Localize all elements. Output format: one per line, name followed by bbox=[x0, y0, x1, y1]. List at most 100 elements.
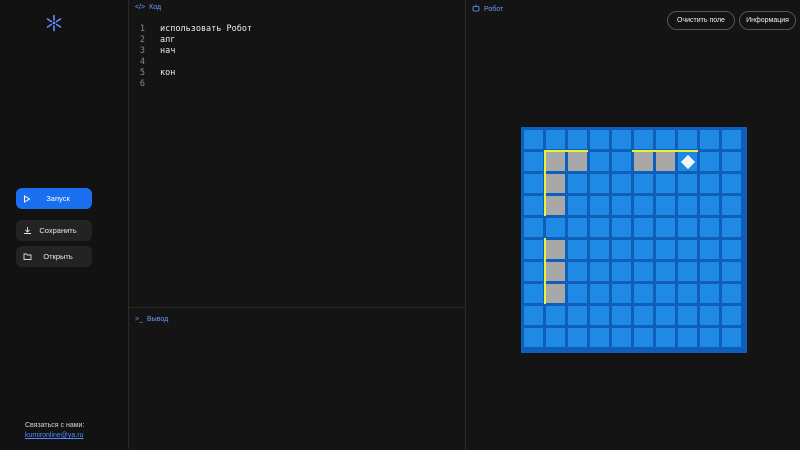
field-cell[interactable] bbox=[722, 284, 741, 303]
field-cell[interactable] bbox=[656, 174, 675, 193]
field-cell[interactable] bbox=[722, 196, 741, 215]
field-cell[interactable] bbox=[700, 328, 719, 347]
field-cell[interactable] bbox=[590, 196, 609, 215]
field-cell[interactable] bbox=[678, 284, 697, 303]
field-cell[interactable] bbox=[722, 174, 741, 193]
field-cell[interactable] bbox=[590, 152, 609, 171]
field-cell[interactable] bbox=[678, 240, 697, 259]
field-cell[interactable] bbox=[590, 130, 609, 149]
field-cell[interactable] bbox=[678, 306, 697, 325]
field-cell[interactable] bbox=[656, 306, 675, 325]
field-cell[interactable] bbox=[722, 152, 741, 171]
field-cell[interactable] bbox=[568, 240, 587, 259]
field-cell[interactable] bbox=[656, 284, 675, 303]
field-cell[interactable] bbox=[634, 196, 653, 215]
run-button[interactable]: Запуск bbox=[16, 188, 92, 209]
field-cell[interactable] bbox=[568, 306, 587, 325]
field-cell[interactable] bbox=[568, 218, 587, 237]
field-cell[interactable] bbox=[612, 196, 631, 215]
field-cell[interactable] bbox=[524, 152, 543, 171]
field-cell[interactable] bbox=[568, 174, 587, 193]
field-cell[interactable] bbox=[546, 218, 565, 237]
field-cell[interactable] bbox=[722, 328, 741, 347]
field-cell[interactable] bbox=[700, 306, 719, 325]
field-cell[interactable] bbox=[568, 328, 587, 347]
painted-cell[interactable] bbox=[568, 152, 587, 171]
painted-cell[interactable] bbox=[634, 152, 653, 171]
field-cell[interactable] bbox=[634, 130, 653, 149]
field-cell[interactable] bbox=[634, 218, 653, 237]
field-cell[interactable] bbox=[612, 262, 631, 281]
field-cell[interactable] bbox=[568, 284, 587, 303]
field-cell[interactable] bbox=[700, 240, 719, 259]
field-cell[interactable] bbox=[524, 196, 543, 215]
field-cell[interactable] bbox=[634, 328, 653, 347]
field-cell[interactable] bbox=[524, 218, 543, 237]
field-cell[interactable] bbox=[612, 218, 631, 237]
field-cell[interactable] bbox=[700, 174, 719, 193]
field-cell[interactable] bbox=[656, 240, 675, 259]
field-cell[interactable] bbox=[634, 174, 653, 193]
field-cell[interactable] bbox=[634, 284, 653, 303]
field-cell[interactable] bbox=[656, 130, 675, 149]
painted-cell[interactable] bbox=[546, 196, 565, 215]
field-cell[interactable] bbox=[678, 262, 697, 281]
field-cell[interactable] bbox=[634, 240, 653, 259]
field-cell[interactable] bbox=[546, 306, 565, 325]
field-cell[interactable] bbox=[546, 130, 565, 149]
field-cell[interactable] bbox=[524, 262, 543, 281]
field-cell[interactable] bbox=[678, 174, 697, 193]
field-cell[interactable] bbox=[678, 218, 697, 237]
painted-cell[interactable] bbox=[546, 284, 565, 303]
field-cell[interactable] bbox=[700, 130, 719, 149]
field-cell[interactable] bbox=[524, 328, 543, 347]
field-cell[interactable] bbox=[590, 240, 609, 259]
contact-email-link[interactable]: kumironline@ya.ru bbox=[25, 432, 83, 439]
field-cell[interactable] bbox=[612, 240, 631, 259]
open-button[interactable]: Открыть bbox=[16, 246, 92, 267]
painted-cell[interactable] bbox=[546, 262, 565, 281]
field-cell[interactable] bbox=[612, 306, 631, 325]
field-cell[interactable] bbox=[612, 152, 631, 171]
field-cell[interactable] bbox=[722, 218, 741, 237]
field-cell[interactable] bbox=[590, 262, 609, 281]
field-cell[interactable] bbox=[700, 284, 719, 303]
field-cell[interactable] bbox=[700, 196, 719, 215]
field-cell[interactable] bbox=[700, 218, 719, 237]
field-cell[interactable] bbox=[612, 284, 631, 303]
field-cell[interactable] bbox=[722, 130, 741, 149]
clear-field-button[interactable]: Очистить поле bbox=[667, 11, 735, 30]
field-cell[interactable] bbox=[524, 130, 543, 149]
field-cell[interactable] bbox=[678, 196, 697, 215]
painted-cell[interactable] bbox=[546, 152, 565, 171]
painted-cell[interactable] bbox=[546, 174, 565, 193]
field-cell[interactable] bbox=[678, 328, 697, 347]
painted-cell[interactable] bbox=[546, 240, 565, 259]
field-cell[interactable] bbox=[568, 130, 587, 149]
field-cell[interactable] bbox=[700, 152, 719, 171]
field-cell[interactable] bbox=[568, 262, 587, 281]
field-cell[interactable] bbox=[524, 306, 543, 325]
field-cell[interactable] bbox=[568, 196, 587, 215]
field-cell[interactable] bbox=[590, 218, 609, 237]
field-cell[interactable] bbox=[590, 306, 609, 325]
field-cell[interactable] bbox=[656, 262, 675, 281]
field-cell[interactable] bbox=[656, 218, 675, 237]
field-cell[interactable] bbox=[524, 284, 543, 303]
field-cell[interactable] bbox=[656, 196, 675, 215]
field-cell[interactable] bbox=[722, 240, 741, 259]
code-editor[interactable]: 1 использовать Робот 2 алг 3 нач 4 5 кон 6 bbox=[129, 24, 465, 90]
field-cell[interactable] bbox=[546, 328, 565, 347]
field-cell[interactable] bbox=[590, 284, 609, 303]
field-cell[interactable] bbox=[524, 240, 543, 259]
field-cell[interactable] bbox=[722, 306, 741, 325]
robot-field[interactable] bbox=[521, 127, 747, 353]
field-cell[interactable] bbox=[656, 328, 675, 347]
field-cell[interactable] bbox=[678, 130, 697, 149]
field-cell[interactable] bbox=[590, 328, 609, 347]
field-cell[interactable] bbox=[634, 306, 653, 325]
field-cell[interactable] bbox=[700, 262, 719, 281]
painted-cell[interactable] bbox=[656, 152, 675, 171]
field-cell[interactable] bbox=[612, 130, 631, 149]
field-cell[interactable] bbox=[634, 262, 653, 281]
